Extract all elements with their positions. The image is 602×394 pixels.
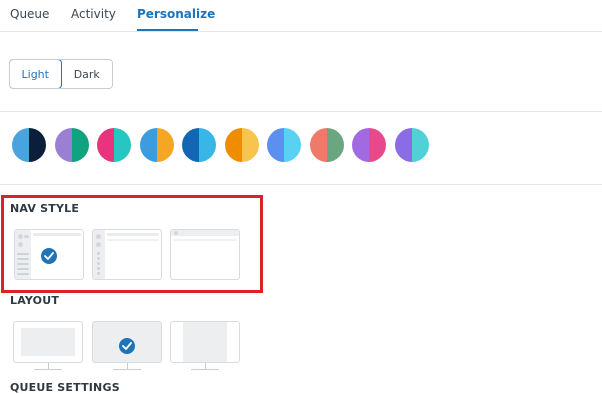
- color-swatch-purple-green[interactable]: [54, 128, 89, 162]
- color-swatch-pink-teal[interactable]: [97, 128, 131, 162]
- color-swatch-blue-orange[interactable]: [139, 128, 174, 162]
- layout-heading: LAYOUT: [10, 294, 60, 307]
- nav-style-highlight-box: [1, 195, 263, 293]
- color-swatch-salmon-green[interactable]: [309, 128, 344, 162]
- tab-activity[interactable]: Activity: [71, 7, 116, 21]
- layout-option-centered[interactable]: [13, 321, 83, 363]
- queue-settings-heading: QUEUE SETTINGS: [10, 381, 120, 394]
- theme-toggle: Light Dark: [9, 59, 113, 89]
- dark-theme-button[interactable]: Dark: [62, 60, 113, 88]
- selected-check-icon: [119, 338, 135, 354]
- theme-divider: [0, 111, 602, 112]
- monitor-base: [34, 369, 62, 370]
- layout-option-split[interactable]: [170, 321, 240, 363]
- color-swatch-orange-yellow[interactable]: [224, 128, 259, 162]
- layout-option-full-width[interactable]: [92, 321, 162, 363]
- swatch-divider: [0, 184, 602, 185]
- color-swatch-blue-cyan[interactable]: [267, 128, 301, 162]
- monitor-base: [113, 369, 141, 370]
- light-theme-button[interactable]: Light: [10, 60, 62, 88]
- color-swatch-blue-navy[interactable]: [12, 128, 46, 162]
- monitor-base: [191, 369, 219, 370]
- color-swatch-violet-teal[interactable]: [394, 128, 429, 162]
- tab-queue[interactable]: Queue: [10, 7, 49, 21]
- tab-divider: [0, 31, 602, 32]
- color-swatch-purple-magenta[interactable]: [352, 128, 386, 162]
- color-swatch-darkblue-skyblue[interactable]: [182, 128, 216, 162]
- tab-personalize[interactable]: Personalize: [137, 7, 215, 21]
